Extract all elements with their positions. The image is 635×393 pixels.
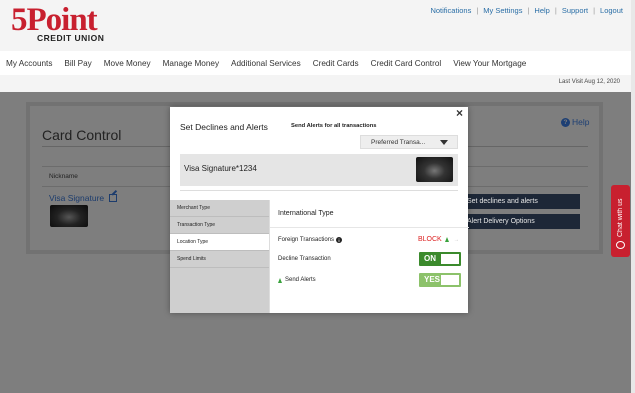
- page-scrollbar[interactable]: [631, 0, 635, 393]
- logo-subtitle: CREDIT UNION: [37, 33, 105, 43]
- modal-title: Set Declines and Alerts: [180, 122, 268, 132]
- divider: [270, 227, 469, 228]
- tab-spend-limits[interactable]: Spend Limits: [170, 251, 269, 268]
- tab-merchant-type[interactable]: Merchant Type: [170, 200, 269, 217]
- brand-logo[interactable]: 5Point CREDIT UNION: [11, 4, 106, 45]
- send-alerts-toggle[interactable]: YES: [419, 273, 461, 287]
- chat-bubble-icon: [616, 241, 625, 249]
- block-status[interactable]: BLOCK →: [418, 236, 459, 243]
- set-declines-button[interactable]: Set declines and alerts: [455, 194, 580, 209]
- chat-label: Chat with us: [617, 198, 624, 238]
- tab-transaction-type[interactable]: Transaction Type: [170, 217, 269, 234]
- preferred-transactions-select[interactable]: Preferred Transa...: [360, 135, 458, 149]
- nickname-column-header: Nickname: [49, 173, 78, 180]
- card-nickname: Visa Signature: [49, 193, 118, 203]
- location-type-detail: International Type Foreign Transactions …: [269, 200, 469, 313]
- divider: |: [476, 6, 479, 15]
- site-header: 5Point CREDIT UNION Notifications | My Se…: [0, 0, 635, 51]
- nav-my-accounts[interactable]: My Accounts: [6, 59, 52, 68]
- divider: |: [554, 6, 557, 15]
- send-all-alerts-label: Send Alerts for all transactions: [291, 123, 377, 129]
- edit-icon[interactable]: [109, 194, 118, 202]
- nav-credit-card-control[interactable]: Credit Card Control: [371, 59, 442, 68]
- chevron-down-icon: [440, 140, 448, 145]
- preferred-select-value: Preferred Transa...: [371, 138, 426, 146]
- help-icon: ?: [561, 117, 570, 127]
- declines-alerts-modal: × Set Declines and Alerts Send Alerts fo…: [170, 107, 469, 313]
- send-alerts-label: Send Alerts: [285, 277, 316, 283]
- toggle-state: ON: [424, 254, 436, 263]
- card-image: [50, 205, 88, 227]
- toggle-knob: [441, 254, 459, 264]
- logout-link[interactable]: Logout: [600, 6, 623, 15]
- utility-links: Notifications | My Settings | Help | Suppor…: [430, 6, 623, 15]
- nav-view-your-mortgage[interactable]: View Your Mortgage: [453, 59, 526, 68]
- decline-transaction-toggle[interactable]: ON: [419, 252, 461, 266]
- help-link[interactable]: Help: [534, 6, 549, 15]
- bell-icon: [444, 237, 449, 242]
- divider: [180, 190, 458, 191]
- control-type-sidebar: Merchant Type Transaction Type Location …: [170, 200, 269, 313]
- selected-card-image: [416, 157, 453, 182]
- divider: |: [593, 6, 596, 15]
- divider: |: [527, 6, 530, 15]
- chat-tab[interactable]: Chat with us: [611, 185, 630, 257]
- foreign-transactions-label: Foreign Transactions: [278, 237, 335, 243]
- nav-additional-services[interactable]: Additional Services: [231, 59, 301, 68]
- selected-card-name: Visa Signature*1234: [184, 164, 257, 173]
- my-settings-link[interactable]: My Settings: [483, 6, 522, 15]
- foreign-transactions-row: Foreign Transactions i: [278, 237, 343, 243]
- main-nav: My Accounts Bill Pay Move Money Manage M…: [0, 51, 635, 75]
- notifications-link[interactable]: Notifications: [430, 6, 471, 15]
- last-visit-bar: Last Visit Aug 12, 2020: [0, 75, 635, 92]
- bell-icon: [278, 277, 282, 283]
- section-title: International Type: [278, 210, 334, 217]
- selected-card-row: Visa Signature*1234: [180, 154, 458, 186]
- alert-delivery-button[interactable]: Alert Delivery Options: [455, 214, 580, 229]
- card-nickname-label: Visa Signature: [49, 193, 105, 203]
- support-link[interactable]: Support: [562, 6, 588, 15]
- nav-move-money[interactable]: Move Money: [104, 59, 151, 68]
- info-icon[interactable]: i: [336, 237, 343, 243]
- nav-credit-cards[interactable]: Credit Cards: [313, 59, 359, 68]
- close-icon[interactable]: ×: [456, 107, 463, 119]
- help-button[interactable]: ? Help: [561, 117, 589, 127]
- page-title: Card Control: [42, 127, 122, 143]
- chevron-right-icon: →: [453, 236, 459, 243]
- toggle-state: YES: [424, 275, 441, 284]
- nav-manage-money[interactable]: Manage Money: [163, 59, 219, 68]
- last-visit-text: Last Visit Aug 12, 2020: [558, 79, 620, 85]
- block-status-label: BLOCK: [418, 236, 442, 243]
- send-alerts-row: Send Alerts: [278, 277, 316, 283]
- nav-bill-pay[interactable]: Bill Pay: [64, 59, 91, 68]
- tab-location-type[interactable]: Location Type: [170, 234, 269, 251]
- toggle-knob: [441, 275, 459, 285]
- decline-transaction-row: Decline Transaction: [278, 256, 331, 262]
- help-label: Help: [572, 117, 590, 127]
- decline-transaction-label: Decline Transaction: [278, 256, 331, 262]
